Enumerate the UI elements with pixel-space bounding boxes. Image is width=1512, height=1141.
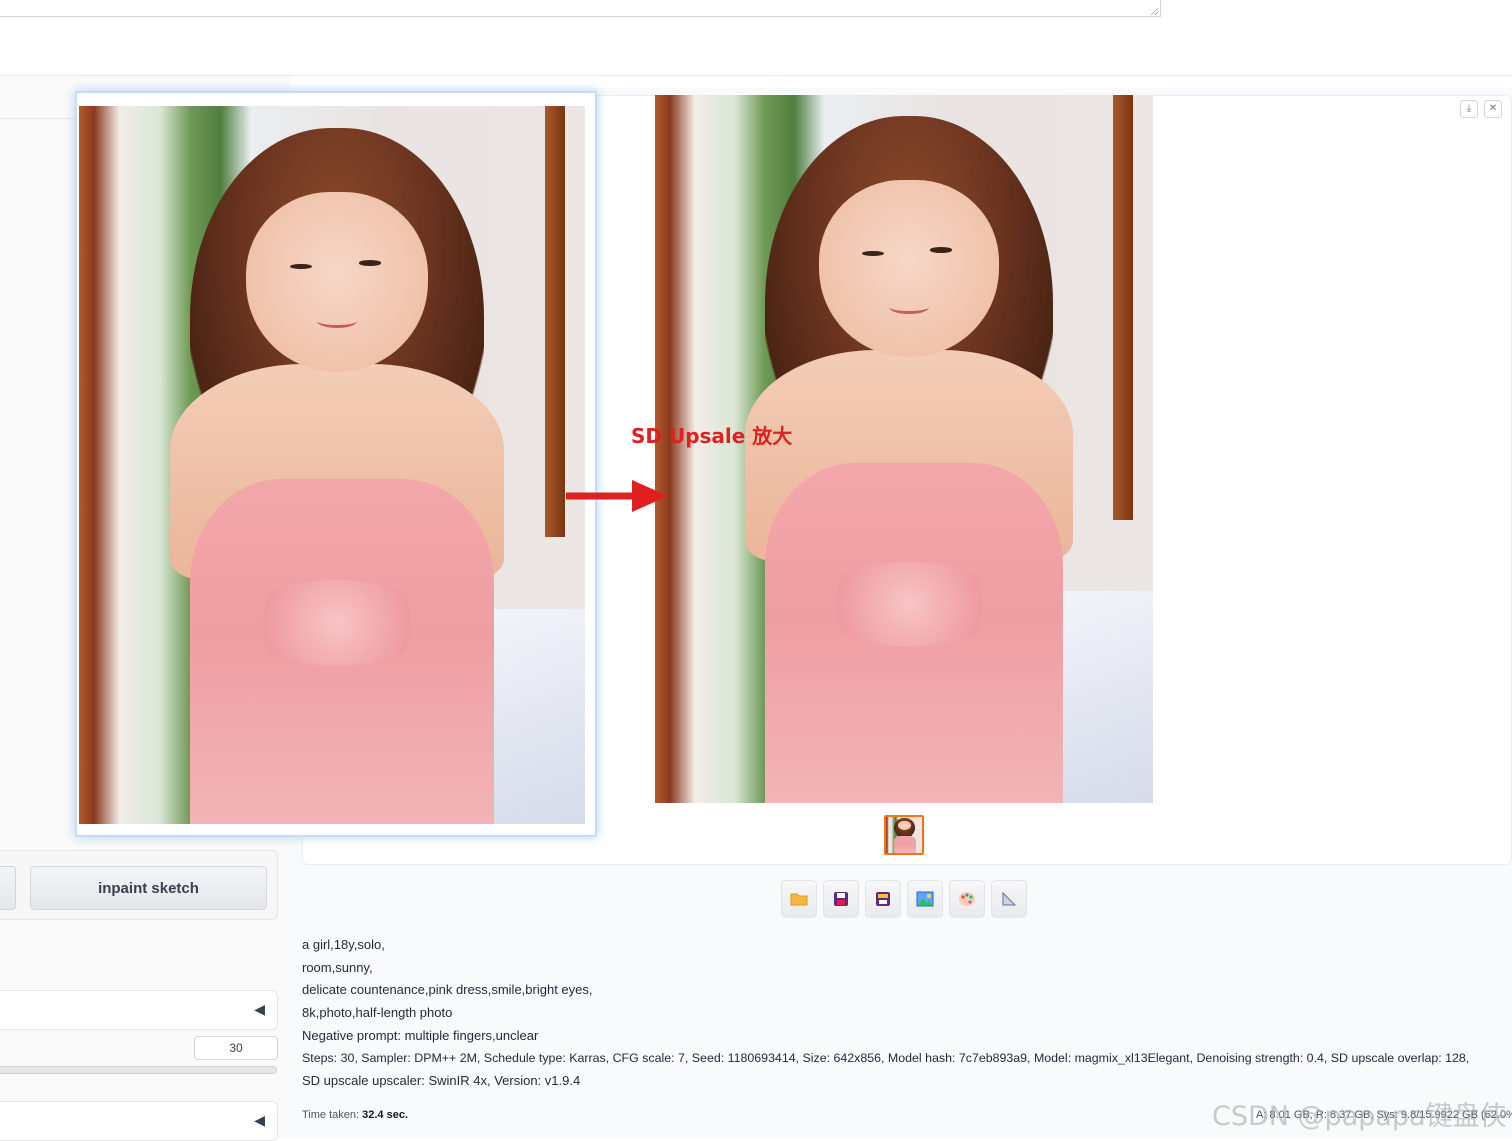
steps-slider[interactable]	[0, 1066, 277, 1074]
send-to-inpaint-button[interactable]	[949, 880, 985, 918]
resize-handle-icon[interactable]	[1150, 7, 1158, 15]
arrow-right-icon	[566, 480, 668, 512]
download-icon[interactable]: ⤓	[1460, 100, 1478, 118]
send-to-extras-icon	[1002, 891, 1017, 906]
close-icon[interactable]: ✕	[1484, 100, 1502, 118]
collapse-arrow-icon: ◀	[254, 1001, 265, 1017]
info-negative-prompt: Negative prompt: multiple fingers,unclea…	[302, 1028, 539, 1043]
folder-icon	[790, 893, 808, 906]
time-taken: Time taken: 32.4 sec.	[302, 1109, 408, 1121]
tab-underline	[0, 118, 80, 119]
inpaint-sketch-button[interactable]: inpaint sketch	[30, 866, 267, 910]
info-parameters: Steps: 30, Sampler: DPM++ 2M, Schedule t…	[302, 1051, 1470, 1065]
send-to-extras-button[interactable]	[991, 880, 1027, 918]
steps-number-input[interactable]: 30	[194, 1036, 278, 1060]
time-taken-value: 32.4 sec.	[362, 1109, 408, 1121]
send-to-img2img-icon	[916, 891, 934, 907]
accordion-sampler[interactable]: ◀	[0, 1101, 278, 1141]
time-taken-label: Time taken:	[302, 1109, 360, 1121]
original-input-image	[79, 106, 585, 824]
annotation-label: SD Upsale 放大	[631, 424, 793, 448]
info-prompt-line: 8k,photo,half-length photo	[302, 1005, 453, 1020]
gallery-thumbnail[interactable]	[884, 815, 924, 855]
send-to-inpaint-icon	[959, 892, 975, 906]
save-button[interactable]	[823, 880, 859, 918]
info-prompt-line: a girl,18y,solo,	[302, 937, 385, 952]
collapse-arrow-icon: ◀	[254, 1112, 265, 1128]
info-parameters: SD upscale upscaler: SwinIR 4x, Version:…	[302, 1073, 581, 1088]
watermark: CSDN @papapa键盘侠	[1212, 1101, 1507, 1132]
zip-button[interactable]	[865, 880, 901, 918]
info-prompt-line: room,sunny,	[302, 960, 373, 975]
prompt-textarea[interactable]	[0, 0, 1161, 17]
send-to-img2img-button[interactable]	[907, 880, 943, 918]
info-prompt-line: delicate countenance,pink dress,smile,br…	[302, 982, 593, 997]
accordion-resize-mode[interactable]: ◀	[0, 990, 278, 1030]
inpaint-tab-button[interactable]	[0, 866, 16, 910]
open-folder-button[interactable]	[781, 880, 817, 918]
upscaled-output-image[interactable]	[655, 95, 1153, 803]
save-icon	[834, 892, 848, 906]
zip-icon	[876, 892, 890, 906]
original-image-card	[75, 91, 597, 837]
